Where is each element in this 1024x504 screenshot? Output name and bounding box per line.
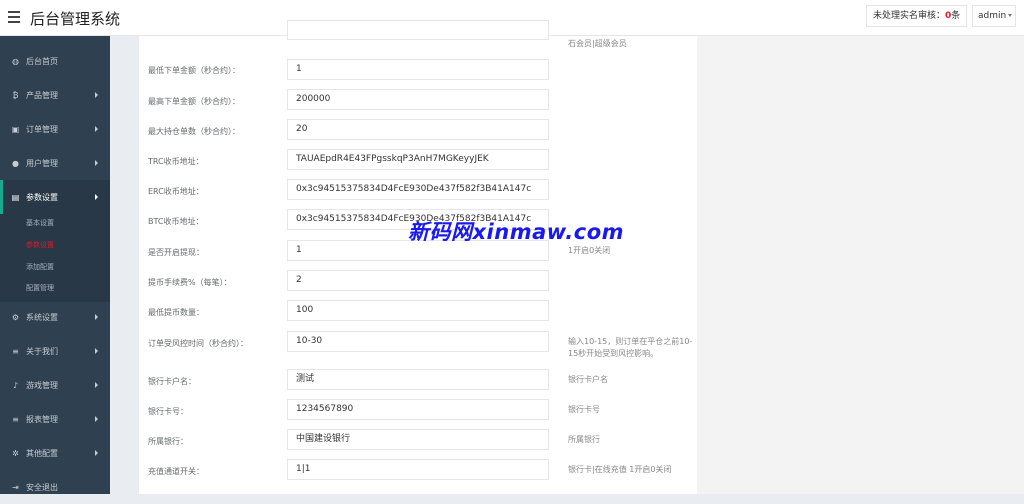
form-label: 最高下单金额（秒合约）：: [148, 97, 240, 106]
form-label: 是否开启提现：: [148, 248, 204, 257]
sidebar-item-about-us[interactable]: ≡ 关于我们: [0, 334, 110, 368]
cogs-icon: ⚙: [11, 313, 20, 322]
clipboard-icon: ▣: [11, 125, 20, 134]
pending-label: 未处理实名审核：: [873, 11, 946, 21]
min-order-amount-input[interactable]: 1: [287, 59, 549, 80]
sidebar-item-other-config[interactable]: ✲ 其他配置: [0, 436, 110, 470]
form-label: 提币手续费%（每笔）：: [148, 278, 232, 287]
page-background: [697, 36, 1024, 494]
caret-down-icon: [1008, 14, 1013, 17]
sidebar-item-label: 安全退出: [26, 483, 58, 492]
chevron-right-icon: [95, 382, 98, 388]
submenu-config-management[interactable]: 配置管理: [26, 283, 54, 293]
chevron-right-icon: [95, 348, 98, 354]
chevron-right-icon: [95, 160, 98, 166]
sidebar-item-label: 报表管理: [26, 415, 58, 424]
user-menu[interactable]: admin: [972, 5, 1016, 27]
sidebar-item-dashboard[interactable]: ◍ 后台首页: [0, 44, 110, 78]
submenu-add-config[interactable]: 添加配置: [26, 262, 54, 272]
form-label: 订单受风控时间（秒合约）：: [148, 339, 248, 348]
form-label: ERC收币地址：: [148, 187, 204, 196]
bell-icon: ♪: [12, 381, 19, 390]
form-label: 银行卡户名：: [148, 377, 196, 386]
bank-card-number-hint: 银行卡号: [568, 405, 600, 414]
sidebar-item-label: 其他配置: [26, 449, 58, 458]
bank-name-input[interactable]: 中国建设银行: [287, 429, 549, 450]
submenu-basic-settings[interactable]: 基本设置: [26, 218, 54, 228]
recharge-channel-input[interactable]: 1|1: [287, 459, 549, 480]
withdraw-enabled-hint: 1开启0关闭: [568, 246, 611, 255]
username: admin: [978, 11, 1007, 21]
watermark: 新码网xinmaw.com: [408, 220, 625, 244]
sidebar-item-orders[interactable]: ▣ 订单管理: [0, 112, 110, 146]
bitcoin-icon: ₿: [12, 91, 19, 100]
form-label: 所属银行：: [148, 437, 188, 446]
risk-control-time-input[interactable]: 10-30: [287, 331, 549, 352]
user-icon: ●: [12, 159, 19, 168]
chevron-right-icon: [95, 314, 98, 320]
sidebar-item-label: 后台首页: [26, 57, 58, 66]
submenu-parameter-settings[interactable]: 参数设置: [26, 240, 54, 250]
dashboard-icon: ◍: [12, 57, 19, 66]
form-label: 最低提币数量：: [148, 308, 204, 317]
trc-address-input[interactable]: TAUAEpdR4E43FPgsskqP3AnH7MGKeyyJEK: [287, 149, 549, 170]
membership-field[interactable]: [287, 20, 549, 40]
form-label: 银行卡号：: [148, 407, 188, 416]
sidebar-item-games[interactable]: ♪ 游戏管理: [0, 368, 110, 402]
sidebar-item-label: 参数设置: [26, 193, 58, 202]
sidebar-item-users[interactable]: ● 用户管理: [0, 146, 110, 180]
max-order-amount-input[interactable]: 200000: [287, 89, 549, 110]
parameters-submenu: 基本设置 参数设置 添加配置 配置管理: [0, 214, 110, 302]
sidebar-item-system-settings[interactable]: ⚙ 系统设置: [0, 300, 110, 334]
chevron-right-icon: [95, 194, 98, 200]
chevron-right-icon: [95, 126, 98, 132]
membership-hint: 石会员|超级会员: [568, 39, 627, 48]
list-icon: ≡: [12, 347, 19, 356]
form-label: 最低下单金额（秒合约）：: [148, 66, 240, 75]
max-position-count-input[interactable]: 20: [287, 119, 549, 140]
list-icon: ≡: [12, 415, 19, 424]
sidebar-item-label: 游戏管理: [26, 381, 58, 390]
bank-account-name-input[interactable]: 测试: [287, 369, 549, 390]
sidebar-item-label: 系统设置: [26, 313, 58, 322]
chevron-right-icon: [95, 450, 98, 456]
sidebar-item-reports[interactable]: ≡ 报表管理: [0, 402, 110, 436]
bank-card-number-input[interactable]: 1234567890: [287, 399, 549, 420]
file-icon: ▤: [11, 193, 20, 202]
sidebar-item-label: 用户管理: [26, 159, 58, 168]
form-label: 最大持仓单数（秒合约）：: [148, 127, 240, 136]
sidebar-item-logout[interactable]: ⇥ 安全退出: [0, 470, 110, 504]
sidebar-item-label: 产品管理: [26, 91, 58, 100]
risk-control-time-hint: 输入10-15，则订单在平仓之前10-15秒开始受到风控影响。: [568, 337, 693, 358]
gear-icon: ✲: [12, 449, 19, 458]
sidebar-item-label: 订单管理: [26, 125, 58, 134]
recharge-channel-hint: 银行卡|在线充值 1开启0关闭: [568, 465, 672, 474]
sidebar-item-products[interactable]: ₿ 产品管理: [0, 78, 110, 112]
bank-name-hint: 所属银行: [568, 435, 600, 444]
pending-unit: 条: [951, 11, 961, 21]
chevron-right-icon: [95, 416, 98, 422]
sign-out-icon: ⇥: [12, 483, 19, 492]
chevron-right-icon: [95, 92, 98, 98]
app-title: 后台管理系统: [30, 10, 121, 28]
sidebar: ◍ 后台首页 ₿ 产品管理 ▣ 订单管理 ● 用户管理 ▤ 参数设置 基本设置 …: [0, 36, 110, 494]
form-label: TRC收币地址：: [148, 157, 204, 166]
form-label: 充值通道开关：: [148, 467, 204, 476]
form-label: BTC收币地址：: [148, 217, 204, 226]
bank-account-name-hint: 银行卡户名: [568, 375, 608, 384]
erc-address-input[interactable]: 0x3c94515375834D4FcE930De437f582f3B41A14…: [287, 179, 549, 200]
sidebar-item-parameters[interactable]: ▤ 参数设置: [0, 180, 110, 214]
min-withdraw-amount-input[interactable]: 100: [287, 300, 549, 321]
menu-toggle-icon[interactable]: [8, 11, 20, 23]
active-indicator: [0, 180, 3, 214]
pending-verification-badge[interactable]: 未处理实名审核：0条: [866, 5, 968, 27]
sidebar-item-label: 关于我们: [26, 347, 58, 356]
withdraw-fee-input[interactable]: 2: [287, 270, 549, 291]
